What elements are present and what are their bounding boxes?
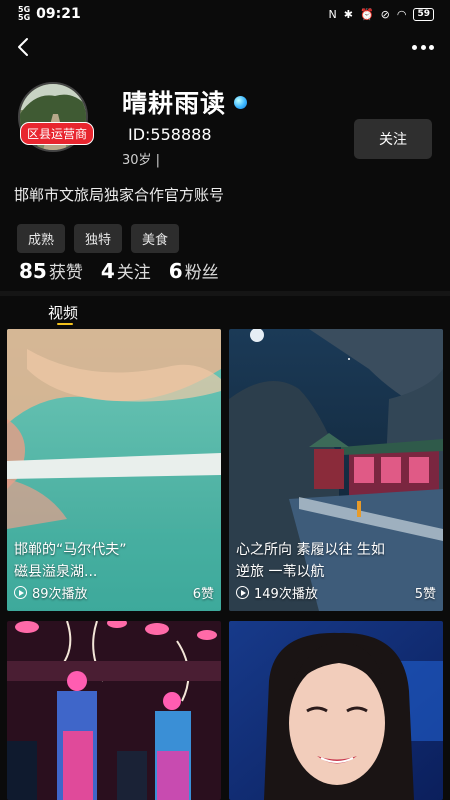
more-dots-icon[interactable] [412,45,434,51]
profile-stats: 85 获赞 4 关注 6 粉丝 [19,258,219,283]
tag-item[interactable]: 成熟 [17,224,66,253]
role-badge: 区县运营商 [20,122,95,145]
alarm-icon: ⏰ [359,7,374,21]
video-card[interactable]: 邯郸的“马尔代夫” 磁县溢泉湖... 89次播放 6赞 [7,329,221,611]
chevron-left-icon[interactable] [14,36,34,58]
play-count: 89次播放 [32,587,88,602]
play-circle-icon [14,586,27,599]
likes-stat[interactable]: 85 获赞 [19,258,83,283]
bluetooth-icon: ✱ [343,7,353,21]
mute-icon: ⊘ [380,7,390,21]
avatar[interactable]: 区县运营商 [18,82,95,156]
tag-list: 成熟 独特 美食 [17,224,180,253]
battery-icon: 59 [413,7,434,21]
video-title: 邯郸的“马尔代夫” 磁县溢泉湖... [14,542,127,580]
status-bar: 5G 5G 09:21 Ν ✱ ⏰ ⊘ ◠ 59 [0,0,450,28]
video-thumbnail [7,621,221,800]
tab-videos[interactable]: 视频 [48,302,78,323]
user-age: 30岁 | [122,153,161,168]
nfc-icon: Ν [328,7,337,21]
like-count: 5赞 [414,587,436,602]
profile-name: 晴耕雨读 [122,89,227,118]
verified-badge-icon [234,95,248,109]
tab-indicator [57,323,73,325]
wifi-icon: ◠ [396,7,407,21]
signal-icon: 5G 5G [18,5,31,22]
tag-item[interactable]: 美食 [131,224,180,253]
follow-button[interactable]: 关注 [354,119,432,159]
video-thumbnail [229,621,443,800]
play-count: 149次播放 [254,587,318,602]
tag-item[interactable]: 独特 [74,224,123,253]
fans-stat[interactable]: 6 粉丝 [169,258,219,283]
video-title: 心之所向 素履以往 生如 逆旅 一苇以航 [236,542,385,580]
video-card[interactable]: 心之所向 素履以往 生如 逆旅 一苇以航 149次播放 5赞 [229,329,443,611]
like-count: 6赞 [192,587,214,602]
top-bar [0,32,450,62]
video-card[interactable] [7,621,221,800]
following-stat[interactable]: 4 关注 [101,258,151,283]
video-card[interactable] [229,621,443,800]
section-divider [0,291,450,296]
play-circle-icon [236,586,249,599]
profile-bio: 邯郸市文旅局独家合作官方账号 [14,186,225,204]
user-id: ID:558888 [128,125,212,144]
status-time: 09:21 [36,6,81,22]
